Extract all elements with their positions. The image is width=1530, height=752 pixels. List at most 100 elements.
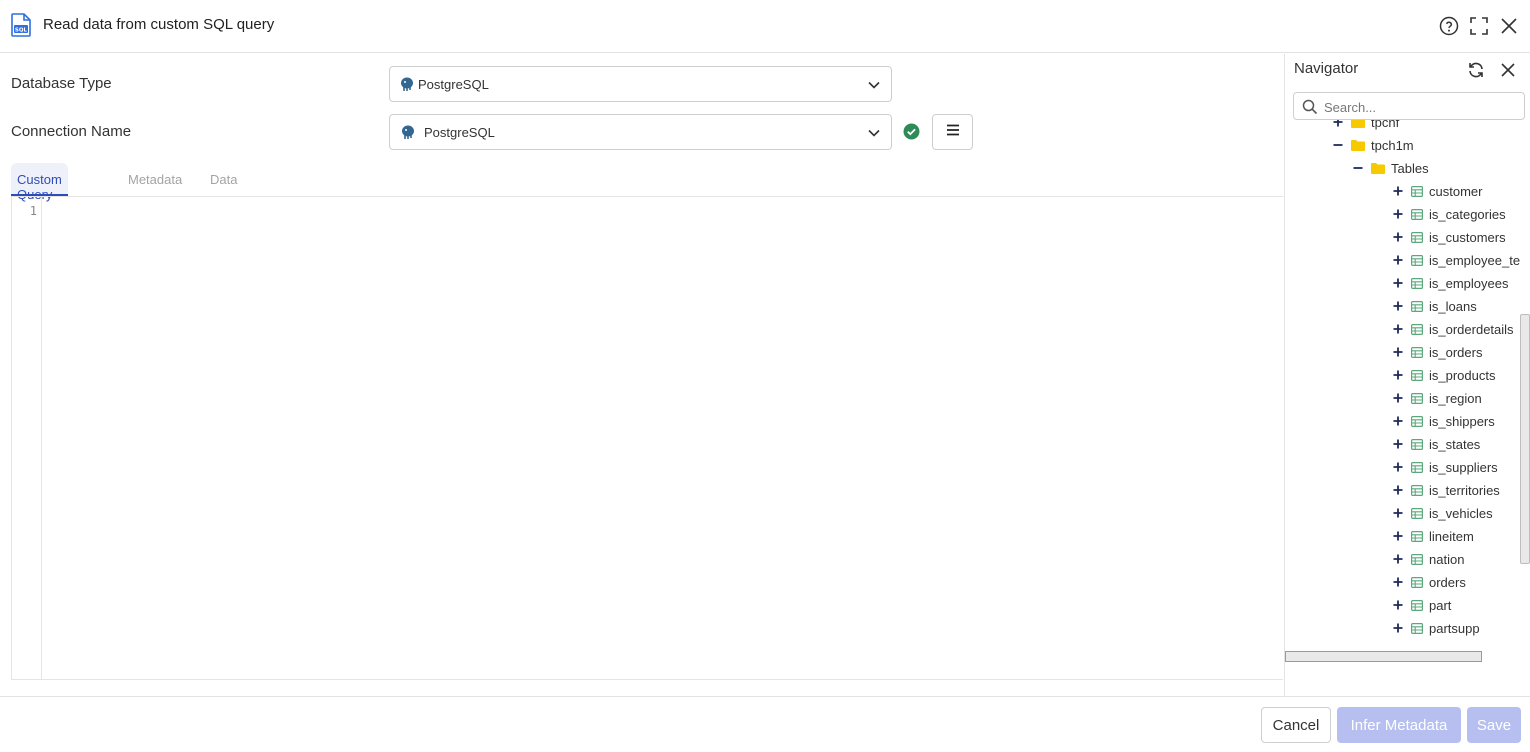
tree-item-table[interactable]: nation bbox=[1393, 549, 1464, 569]
expand-toggle-icon[interactable] bbox=[1393, 370, 1403, 380]
connection-name-value: PostgreSQL bbox=[424, 125, 495, 140]
expand-toggle-icon[interactable] bbox=[1393, 439, 1403, 449]
tree-item-table[interactable]: is_categories bbox=[1393, 204, 1506, 224]
expand-toggle-icon[interactable] bbox=[1393, 623, 1403, 633]
tree-item-label: is_customers bbox=[1429, 229, 1506, 245]
tree-item-label: orders bbox=[1429, 574, 1466, 590]
tree-item-table[interactable]: is_vehicles bbox=[1393, 503, 1493, 523]
expand-toggle-icon[interactable] bbox=[1393, 186, 1403, 196]
table-icon bbox=[1411, 208, 1423, 220]
table-icon bbox=[1411, 323, 1423, 335]
tree-item-table[interactable]: is_states bbox=[1393, 434, 1480, 454]
dialog-footer: Cancel Infer Metadata Save bbox=[0, 696, 1530, 752]
tree-item-label: is_products bbox=[1429, 367, 1496, 383]
connection-menu-button[interactable] bbox=[932, 114, 973, 150]
tab-data[interactable]: Data bbox=[210, 163, 237, 196]
close-icon[interactable] bbox=[1498, 60, 1518, 80]
navigator-panel: Navigator tpchf tpch1m Tablescustomer is_ca… bbox=[1284, 54, 1530, 696]
tree-item-table[interactable]: is_employee_te bbox=[1393, 250, 1520, 270]
table-icon bbox=[1411, 530, 1423, 542]
table-icon bbox=[1411, 576, 1423, 588]
tree-item-table[interactable]: lineitem bbox=[1393, 526, 1474, 546]
tree-item-folder[interactable]: Tables bbox=[1353, 158, 1429, 178]
expand-toggle-icon[interactable] bbox=[1333, 120, 1343, 127]
tree-item-label: is_suppliers bbox=[1429, 459, 1498, 475]
collapse-toggle-icon[interactable] bbox=[1333, 140, 1343, 150]
database-type-select[interactable]: PostgreSQL bbox=[389, 66, 892, 102]
expand-toggle-icon[interactable] bbox=[1393, 393, 1403, 403]
check-circle-icon bbox=[903, 123, 920, 140]
tree-item-table[interactable]: is_orderdetails bbox=[1393, 319, 1514, 339]
sql-editor[interactable]: 1 bbox=[11, 196, 1283, 680]
tree-item-table[interactable]: is_loans bbox=[1393, 296, 1477, 316]
tab-metadata[interactable]: Metadata bbox=[128, 163, 182, 196]
tree-item-label: is_orderdetails bbox=[1429, 321, 1514, 337]
tree-item-label: part bbox=[1429, 597, 1452, 613]
expand-toggle-icon[interactable] bbox=[1393, 232, 1403, 242]
expand-toggle-icon[interactable] bbox=[1393, 209, 1403, 219]
tree-item-label: tpch1m bbox=[1371, 137, 1414, 153]
close-icon[interactable] bbox=[1498, 15, 1520, 37]
tree-item-label: is_employees bbox=[1429, 275, 1509, 291]
tree-item-table[interactable]: customer bbox=[1393, 181, 1482, 201]
chevron-down-icon bbox=[867, 78, 881, 92]
expand-toggle-icon[interactable] bbox=[1393, 531, 1403, 541]
table-icon bbox=[1411, 484, 1423, 496]
table-icon bbox=[1411, 438, 1423, 450]
expand-icon[interactable] bbox=[1468, 15, 1490, 37]
tree-item-label: is_shippers bbox=[1429, 413, 1495, 429]
svg-text:SQL: SQL bbox=[15, 28, 28, 34]
tree-item-folder[interactable]: tpch1m bbox=[1333, 135, 1414, 155]
expand-toggle-icon[interactable] bbox=[1393, 554, 1403, 564]
expand-toggle-icon[interactable] bbox=[1393, 416, 1403, 426]
tree-item-table[interactable]: is_region bbox=[1393, 388, 1482, 408]
tree-item-label: is_categories bbox=[1429, 206, 1506, 222]
tree-item-folder[interactable]: tpchf bbox=[1333, 120, 1399, 132]
expand-toggle-icon[interactable] bbox=[1393, 508, 1403, 518]
expand-toggle-icon[interactable] bbox=[1393, 324, 1403, 334]
main-panel: Database Type PostgreSQL Connection Name… bbox=[0, 54, 1283, 696]
connection-name-select[interactable]: PostgreSQL bbox=[389, 114, 892, 150]
tree-item-table[interactable]: is_orders bbox=[1393, 342, 1482, 362]
cancel-button[interactable]: Cancel bbox=[1261, 707, 1331, 743]
tree-item-table[interactable]: is_territories bbox=[1393, 480, 1500, 500]
table-icon bbox=[1411, 231, 1423, 243]
tree-item-label: tpchf bbox=[1371, 120, 1400, 130]
tree-item-table[interactable]: is_suppliers bbox=[1393, 457, 1498, 477]
tree-item-table[interactable]: is_products bbox=[1393, 365, 1495, 385]
navigator-search[interactable] bbox=[1293, 92, 1525, 120]
tree-item-label: is_employee_te bbox=[1429, 252, 1521, 268]
tree-item-table[interactable]: is_employees bbox=[1393, 273, 1509, 293]
save-button[interactable]: Save bbox=[1467, 707, 1521, 743]
refresh-icon[interactable] bbox=[1466, 60, 1486, 80]
help-icon[interactable] bbox=[1438, 15, 1460, 37]
navigator-title: Navigator bbox=[1294, 60, 1359, 77]
postgresql-icon bbox=[399, 76, 416, 93]
expand-toggle-icon[interactable] bbox=[1393, 462, 1403, 472]
expand-toggle-icon[interactable] bbox=[1393, 485, 1403, 495]
infer-metadata-button[interactable]: Infer Metadata bbox=[1337, 707, 1461, 743]
table-icon bbox=[1411, 599, 1423, 611]
expand-toggle-icon[interactable] bbox=[1393, 255, 1403, 265]
expand-toggle-icon[interactable] bbox=[1393, 577, 1403, 587]
table-icon bbox=[1411, 392, 1423, 404]
tree-item-table[interactable]: orders bbox=[1393, 572, 1466, 592]
tab-custom-query[interactable]: Custom Query bbox=[11, 163, 68, 202]
horizontal-scrollbar[interactable] bbox=[1285, 651, 1482, 662]
expand-toggle-icon[interactable] bbox=[1393, 347, 1403, 357]
tree-item-table[interactable]: is_shippers bbox=[1393, 411, 1495, 431]
search-icon bbox=[1302, 99, 1318, 115]
search-input[interactable] bbox=[1324, 97, 1519, 117]
tree-item-table[interactable]: is_customers bbox=[1393, 227, 1506, 247]
vertical-scrollbar[interactable] bbox=[1520, 314, 1530, 564]
tree-item-table[interactable]: part bbox=[1393, 595, 1451, 615]
collapse-toggle-icon[interactable] bbox=[1353, 163, 1363, 173]
tree-item-label: customer bbox=[1429, 183, 1483, 199]
expand-toggle-icon[interactable] bbox=[1393, 301, 1403, 311]
postgresql-icon bbox=[400, 124, 417, 141]
expand-toggle-icon[interactable] bbox=[1393, 600, 1403, 610]
expand-toggle-icon[interactable] bbox=[1393, 278, 1403, 288]
dialog-header: SQL Read data from custom SQL query bbox=[0, 0, 1530, 53]
tree-item-label: partsupp bbox=[1429, 620, 1480, 636]
tree-item-table[interactable]: partsupp bbox=[1393, 618, 1480, 638]
